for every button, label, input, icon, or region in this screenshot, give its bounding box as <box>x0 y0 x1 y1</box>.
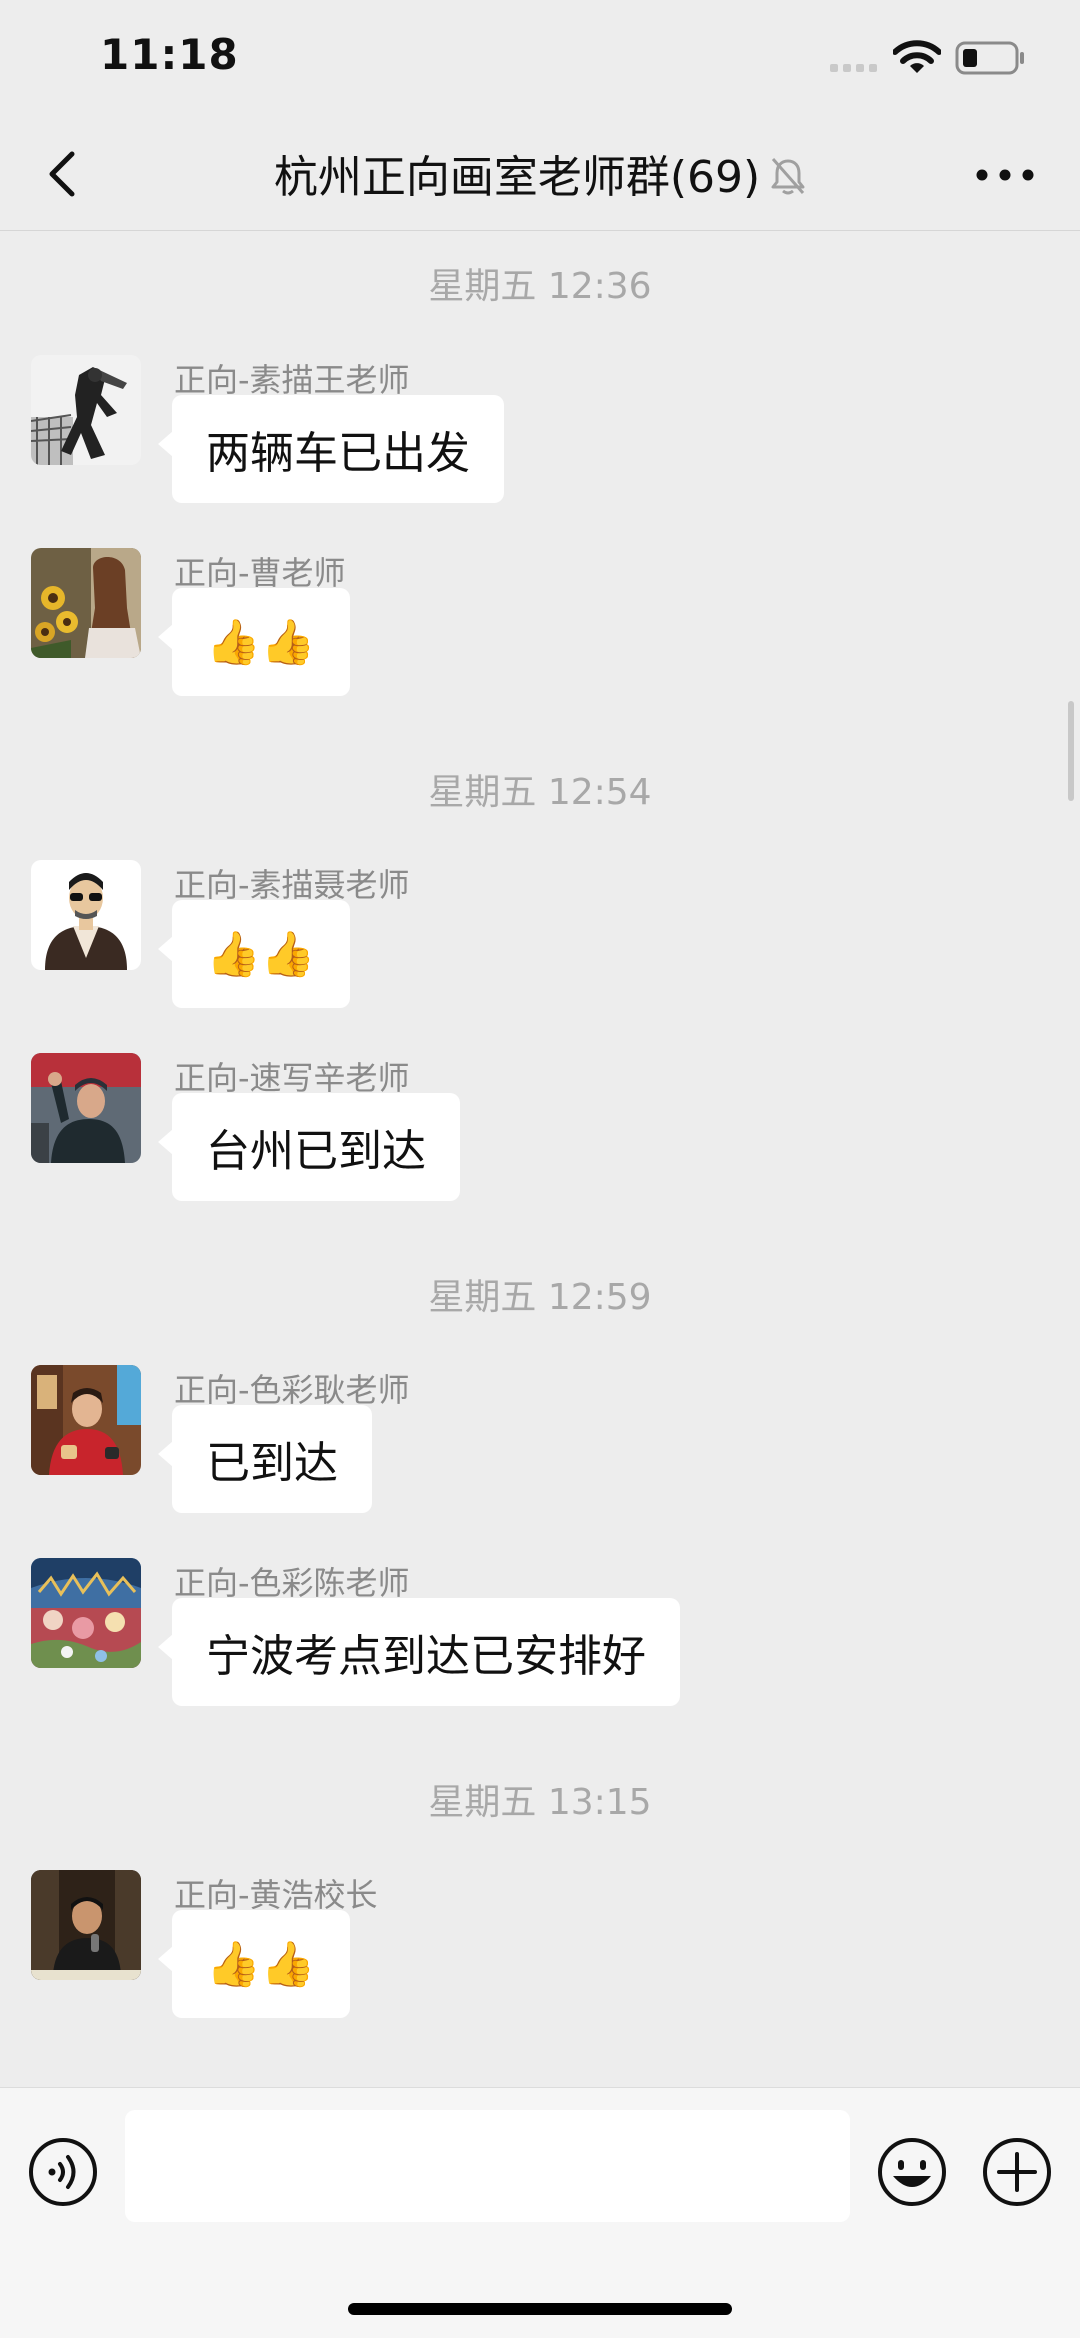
avatar[interactable] <box>31 1870 141 1980</box>
message-text: 台州已到达 <box>206 1126 426 1177</box>
message-bubble[interactable]: 台州已到达 <box>158 1093 460 1201</box>
message-text: 两辆车已出发 <box>206 428 470 479</box>
status-bar: 11:18 <box>0 0 1080 120</box>
man-speaking-avatar <box>31 1870 141 1980</box>
message-bubble[interactable]: 两辆车已出发 <box>158 395 504 503</box>
battery-icon <box>955 41 1024 75</box>
signal-icon <box>830 64 877 72</box>
message-bubble[interactable]: 👍👍 <box>158 588 350 696</box>
bell-off-icon <box>771 158 805 195</box>
voice-button[interactable] <box>27 2136 99 2208</box>
message-text: 👍👍 <box>206 929 316 980</box>
timestamp: 星期五 12:36 <box>428 266 652 307</box>
nav-bar: 杭州正向画室老师群(69) <box>0 120 1080 231</box>
wifi-icon <box>893 40 941 73</box>
waving-man-avatar <box>31 1053 141 1163</box>
message-bubble[interactable]: 已到达 <box>158 1405 372 1513</box>
ellipsis-icon <box>976 169 1034 181</box>
nav-title-wrap: 杭州正向画室老师群(69) <box>0 142 1080 204</box>
painting-avatar <box>31 1558 141 1668</box>
avatar[interactable] <box>31 1053 141 1163</box>
avatar[interactable] <box>31 355 141 465</box>
message-bubble[interactable]: 👍👍 <box>158 900 350 1008</box>
message-input[interactable] <box>125 2110 850 2222</box>
home-indicator[interactable] <box>348 2303 732 2315</box>
message-text: 宁波考点到达已安排好 <box>206 1631 646 1682</box>
message-bubble[interactable]: 宁波考点到达已安排好 <box>158 1598 680 1706</box>
child-red-sweater-avatar <box>31 1365 141 1475</box>
status-time: 11:18 <box>100 30 239 79</box>
message-text: 👍👍 <box>206 1939 316 1990</box>
timestamp: 星期五 12:59 <box>428 1277 652 1318</box>
timestamp: 星期五 12:54 <box>428 772 652 813</box>
message-text: 已到达 <box>206 1438 338 1489</box>
sketch-drawing-avatar <box>31 355 141 465</box>
page-title: 杭州正向画室老师群(69) <box>273 152 761 203</box>
input-bar <box>0 2087 1080 2338</box>
avatar[interactable] <box>31 1365 141 1475</box>
chat-area[interactable]: 星期五 12:36 正向-素描王老师 两辆车已出发 正向-曹老师 👍👍 星期五 … <box>0 231 1080 2086</box>
avatar[interactable] <box>31 1558 141 1668</box>
plus-button[interactable] <box>981 2136 1053 2208</box>
timestamp: 星期五 13:15 <box>428 1782 652 1823</box>
sunflower-girl-avatar <box>31 548 141 658</box>
avatar[interactable] <box>31 860 141 970</box>
message-text: 👍👍 <box>206 617 316 668</box>
emoji-icon <box>878 2138 946 2206</box>
avatar[interactable] <box>31 548 141 658</box>
voice-icon <box>29 2138 97 2206</box>
scroll-indicator[interactable] <box>1068 701 1074 801</box>
more-button[interactable] <box>970 155 1040 195</box>
message-bubble[interactable]: 👍👍 <box>158 1910 350 2018</box>
emoji-button[interactable] <box>876 2136 948 2208</box>
cartoon-man-avatar <box>31 860 141 970</box>
plus-icon <box>983 2138 1051 2206</box>
